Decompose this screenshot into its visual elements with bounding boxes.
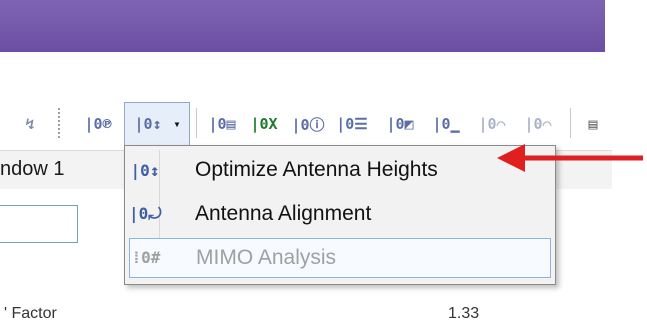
menu-item-mimo-analysis[interactable]: ⁞0# MIMO Analysis — [129, 238, 551, 278]
document-icon[interactable]: ▤ — [580, 110, 606, 138]
mimo-analysis-icon: ⁞0# — [131, 248, 161, 267]
antenna-alignment-icon: |0⤾ — [129, 204, 162, 223]
text-input[interactable] — [0, 205, 78, 243]
factor-value: 1.33 — [448, 305, 480, 322]
report-disabled-2-icon: |0⌒ — [524, 115, 552, 133]
menu-item-label: Optimize Antenna Heights — [195, 158, 438, 181]
menu-item-antenna-alignment[interactable]: |0⤾ Antenna Alignment — [129, 194, 551, 234]
toolbar-separator — [570, 108, 571, 138]
red-arrow-annotation — [497, 144, 643, 172]
menu-item-label: Antenna Alignment — [195, 202, 372, 225]
report-info-icon[interactable]: |0ⓘ — [290, 110, 326, 138]
optimize-heights-dropdown-icon[interactable]: |0↕ — [128, 110, 168, 138]
factor-label: ' Factor — [4, 305, 57, 322]
report-p-icon[interactable]: |0℗ — [78, 110, 118, 138]
toolbar-separator — [196, 108, 197, 138]
excel-export-icon[interactable]: |0X — [246, 110, 282, 138]
report-disabled-1-icon: |0⌒ — [478, 115, 506, 133]
chevron-down-icon[interactable]: ▾ — [168, 110, 186, 138]
menu-item-label: MIMO Analysis — [196, 246, 337, 269]
report-bar-icon[interactable]: |0▁ — [428, 110, 464, 138]
tab-window-1[interactable]: ndow 1 — [0, 158, 65, 181]
toolbar-separator — [58, 108, 62, 138]
menu-item-optimize-antenna-heights[interactable]: |0↕ Optimize Antenna Heights — [129, 150, 551, 190]
optimize-dropdown-menu: |0↕ Optimize Antenna Heights |0⤾ Antenna… — [124, 145, 556, 285]
network-icon[interactable]: ↯ — [14, 110, 46, 138]
report-chart-icon[interactable]: |0◩ — [382, 110, 418, 138]
report-sheet-icon[interactable]: |0▤ — [204, 110, 240, 138]
optimize-heights-icon: |0↕ — [130, 160, 160, 180]
window-titlebar — [0, 0, 605, 52]
report-list-icon[interactable]: |0☰ — [334, 110, 370, 138]
title-gap — [605, 0, 647, 52]
